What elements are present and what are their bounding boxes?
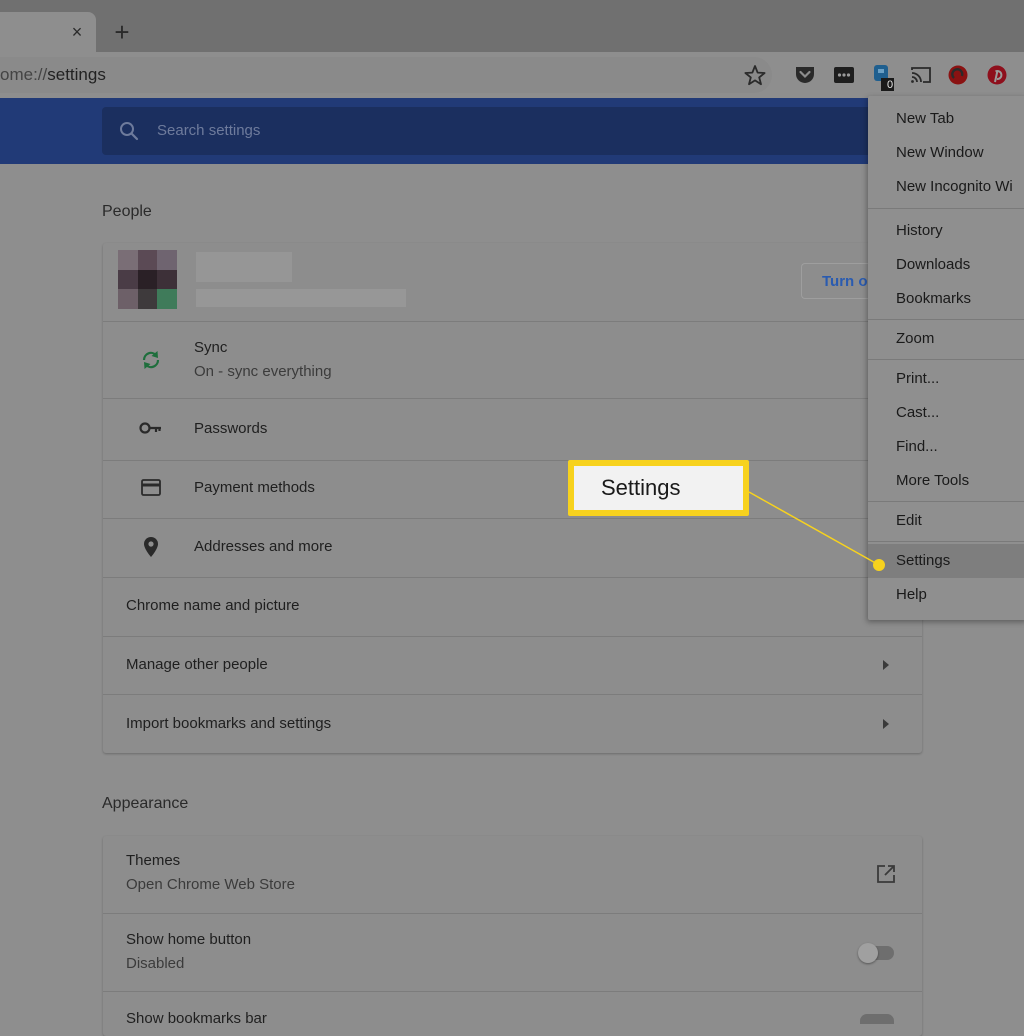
divider bbox=[103, 913, 922, 914]
divider bbox=[103, 518, 922, 519]
menu-item-new-tab[interactable]: New Tab bbox=[896, 110, 954, 128]
credit-card-icon bbox=[141, 479, 161, 496]
divider bbox=[103, 694, 922, 695]
menu-item-new-window[interactable]: New Window bbox=[896, 144, 984, 162]
divider bbox=[103, 991, 922, 992]
sync-label[interactable]: Sync bbox=[194, 339, 227, 357]
profile-name-blurred bbox=[196, 252, 292, 282]
import-bookmarks-item[interactable]: Import bookmarks and settings bbox=[126, 715, 331, 733]
chrome-name-picture-item[interactable]: Chrome name and picture bbox=[126, 597, 299, 615]
toggle-knob bbox=[858, 943, 878, 963]
tab-close-icon[interactable]: × bbox=[68, 22, 86, 42]
divider bbox=[103, 577, 922, 578]
divider bbox=[103, 460, 922, 461]
appearance-section-title: Appearance bbox=[102, 795, 189, 812]
divider bbox=[103, 321, 922, 322]
menu-separator bbox=[868, 501, 1024, 502]
menu-separator bbox=[868, 208, 1024, 209]
divider bbox=[103, 636, 922, 637]
home-button-toggle[interactable] bbox=[858, 943, 894, 963]
url-scheme: ome:// bbox=[0, 65, 48, 84]
menu-item-cast[interactable]: Cast... bbox=[896, 404, 939, 422]
themes-sub: Open Chrome Web Store bbox=[126, 876, 295, 893]
passwords-item[interactable]: Passwords bbox=[194, 420, 267, 438]
people-section-title: People bbox=[102, 203, 152, 220]
url-path: settings bbox=[47, 65, 106, 84]
red-extension-icon[interactable] bbox=[946, 64, 970, 86]
menu-separator bbox=[868, 319, 1024, 320]
addresses-item[interactable]: Addresses and more bbox=[194, 538, 332, 556]
turn-off-label: Turn o bbox=[822, 273, 868, 290]
payment-methods-item[interactable]: Payment methods bbox=[194, 479, 315, 497]
menu-item-bookmarks[interactable]: Bookmarks bbox=[896, 290, 971, 308]
menu-item-more-tools[interactable]: More Tools bbox=[896, 472, 969, 490]
menu-item-new-incognito[interactable]: New Incognito Wi bbox=[896, 178, 1013, 196]
pinterest-icon[interactable] bbox=[985, 64, 1009, 86]
avatar bbox=[118, 250, 177, 309]
menu-item-downloads[interactable]: Downloads bbox=[896, 256, 970, 274]
divider bbox=[103, 398, 922, 399]
menu-item-help[interactable]: Help bbox=[896, 586, 927, 604]
key-icon bbox=[139, 422, 161, 434]
sync-icon bbox=[142, 351, 160, 369]
bookmarks-bar-toggle[interactable] bbox=[860, 1014, 894, 1024]
menu-item-history[interactable]: History bbox=[896, 222, 943, 240]
address-bar[interactable] bbox=[0, 57, 772, 93]
show-home-button-label: Show home button bbox=[126, 931, 252, 948]
profile-email-blurred bbox=[196, 289, 406, 307]
tab-strip bbox=[0, 0, 1024, 52]
new-tab-button[interactable]: + bbox=[110, 19, 134, 45]
settings-callout-label: Settings bbox=[601, 475, 681, 500]
extension-badge-count: 0 bbox=[886, 79, 894, 91]
menu-item-edit[interactable]: Edit bbox=[896, 512, 922, 530]
chevron-right-icon bbox=[883, 719, 889, 729]
menu-item-zoom[interactable]: Zoom bbox=[896, 330, 934, 348]
menu-separator bbox=[868, 541, 1024, 542]
extension-dots-icon[interactable] bbox=[832, 64, 856, 86]
url-text: ome://settings bbox=[0, 64, 106, 86]
location-pin-icon bbox=[144, 537, 158, 557]
search-input[interactable]: Search settings bbox=[157, 121, 260, 141]
menu-item-settings[interactable]: Settings bbox=[896, 552, 950, 570]
show-home-button-status: Disabled bbox=[126, 955, 185, 972]
open-external-icon[interactable] bbox=[876, 864, 896, 884]
sync-status: On - sync everything bbox=[194, 363, 332, 380]
manage-other-people-item[interactable]: Manage other people bbox=[126, 656, 268, 674]
pocket-icon[interactable] bbox=[793, 64, 817, 86]
search-icon bbox=[120, 122, 139, 141]
menu-separator bbox=[868, 359, 1024, 360]
menu-item-print[interactable]: Print... bbox=[896, 370, 939, 388]
show-bookmarks-bar-label: Show bookmarks bar bbox=[126, 1010, 267, 1027]
chevron-right-icon bbox=[883, 660, 889, 670]
bookmark-star-icon[interactable] bbox=[743, 64, 767, 86]
people-card bbox=[103, 243, 922, 753]
cast-icon[interactable] bbox=[909, 64, 933, 86]
menu-item-find[interactable]: Find... bbox=[896, 438, 938, 456]
themes-label[interactable]: Themes bbox=[126, 852, 180, 870]
